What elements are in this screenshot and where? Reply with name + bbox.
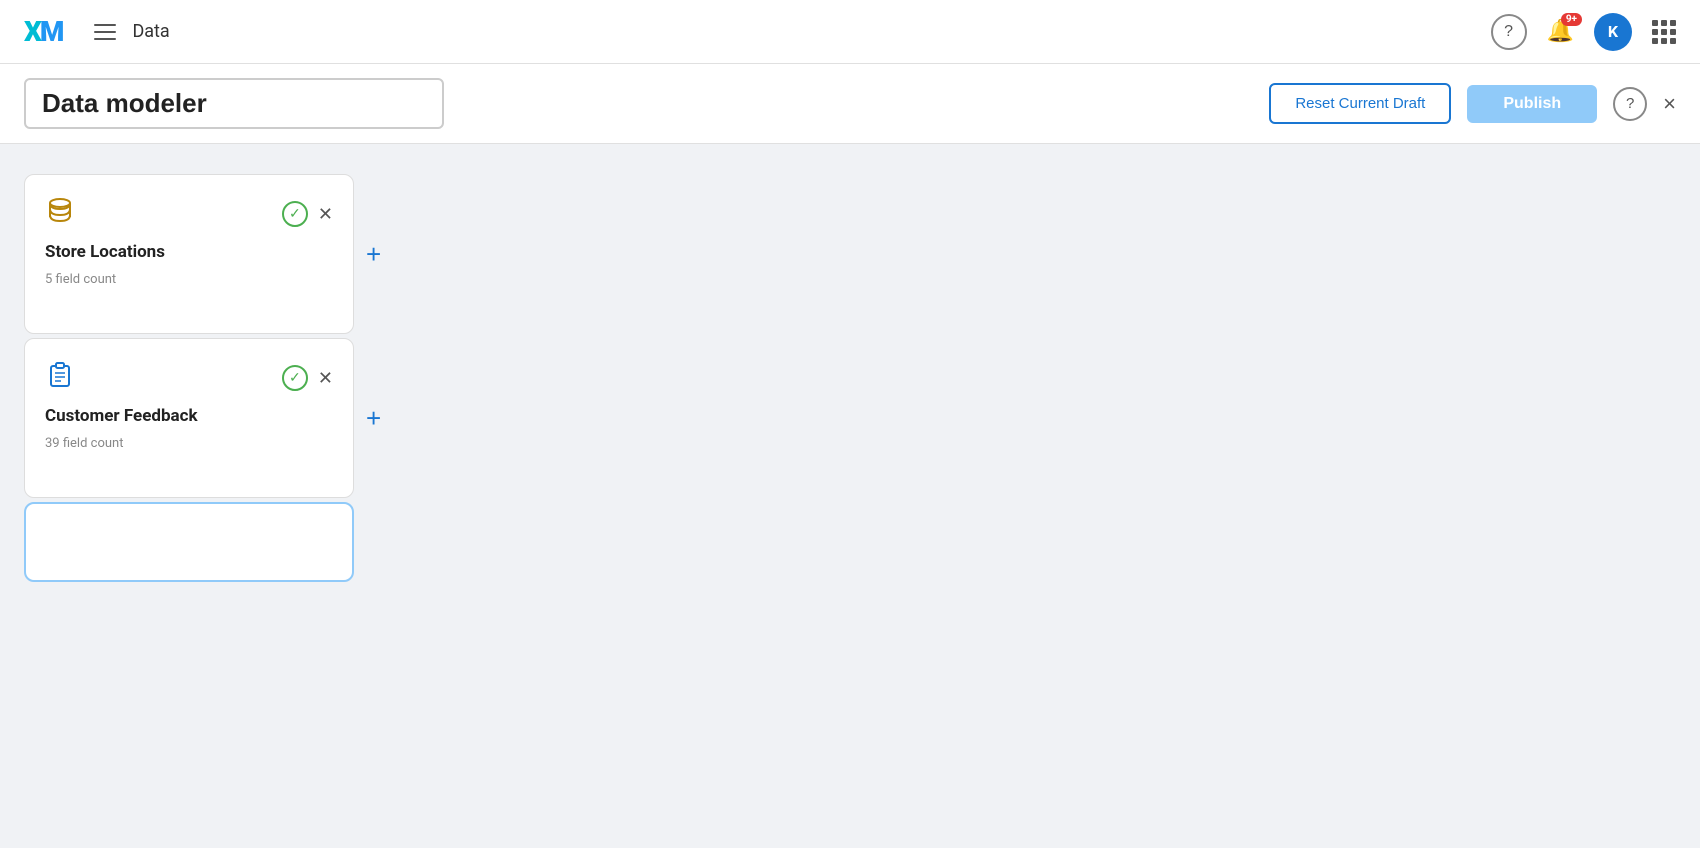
- notifications-button[interactable]: 🔔 9+: [1547, 19, 1574, 44]
- card-row-customer-feedback: ✓ ✕ Customer Feedback 39 field count +: [24, 338, 1676, 498]
- publish-button[interactable]: Publish: [1467, 85, 1597, 123]
- check-icon-store-locations: ✓: [282, 201, 308, 227]
- modeler-title-input[interactable]: [24, 78, 444, 129]
- store-locations-card[interactable]: ✓ ✕ Store Locations 5 field count: [24, 174, 354, 334]
- store-locations-name: Store Locations: [45, 242, 333, 262]
- customer-feedback-field-count: 39 field count: [45, 436, 333, 451]
- clipboard-icon: [45, 359, 75, 396]
- card-row-store-locations: ✓ ✕ Store Locations 5 field count +: [24, 174, 1676, 334]
- main-canvas: ✓ ✕ Store Locations 5 field count +: [0, 144, 1700, 848]
- help-nav-button[interactable]: ?: [1491, 14, 1527, 50]
- delete-store-locations-button[interactable]: ✕: [318, 205, 333, 223]
- avatar[interactable]: K: [1594, 13, 1632, 51]
- store-locations-field-count: 5 field count: [45, 272, 333, 287]
- add-after-customer-feedback-button[interactable]: +: [366, 405, 381, 431]
- card-top-store-locations: ✓ ✕: [45, 195, 333, 232]
- database-icon: [45, 195, 75, 232]
- logo-text: XM: [24, 15, 62, 48]
- close-button[interactable]: ×: [1663, 93, 1676, 115]
- delete-customer-feedback-button[interactable]: ✕: [318, 369, 333, 387]
- hamburger-menu[interactable]: [94, 24, 116, 40]
- card-row-empty: [24, 502, 1676, 582]
- customer-feedback-card[interactable]: ✓ ✕ Customer Feedback 39 field count: [24, 338, 354, 498]
- top-nav: XM Data ? 🔔 9+ K: [0, 0, 1700, 64]
- customer-feedback-actions: ✓ ✕: [282, 365, 333, 391]
- empty-card[interactable]: [24, 502, 354, 582]
- store-locations-actions: ✓ ✕: [282, 201, 333, 227]
- logo[interactable]: XM: [24, 15, 62, 48]
- help-nav-icon: ?: [1504, 23, 1513, 41]
- add-after-store-locations-button[interactable]: +: [366, 241, 381, 267]
- nav-title: Data: [132, 21, 1490, 42]
- apps-grid-icon[interactable]: [1652, 20, 1676, 44]
- check-icon-customer-feedback: ✓: [282, 365, 308, 391]
- notification-badge: 9+: [1561, 13, 1582, 26]
- help-subheader-button[interactable]: ?: [1613, 87, 1647, 121]
- sub-header: Reset Current Draft Publish ? ×: [0, 64, 1700, 144]
- card-top-customer-feedback: ✓ ✕: [45, 359, 333, 396]
- customer-feedback-name: Customer Feedback: [45, 406, 333, 426]
- reset-draft-button[interactable]: Reset Current Draft: [1269, 83, 1451, 124]
- nav-right: ? 🔔 9+ K: [1491, 13, 1676, 51]
